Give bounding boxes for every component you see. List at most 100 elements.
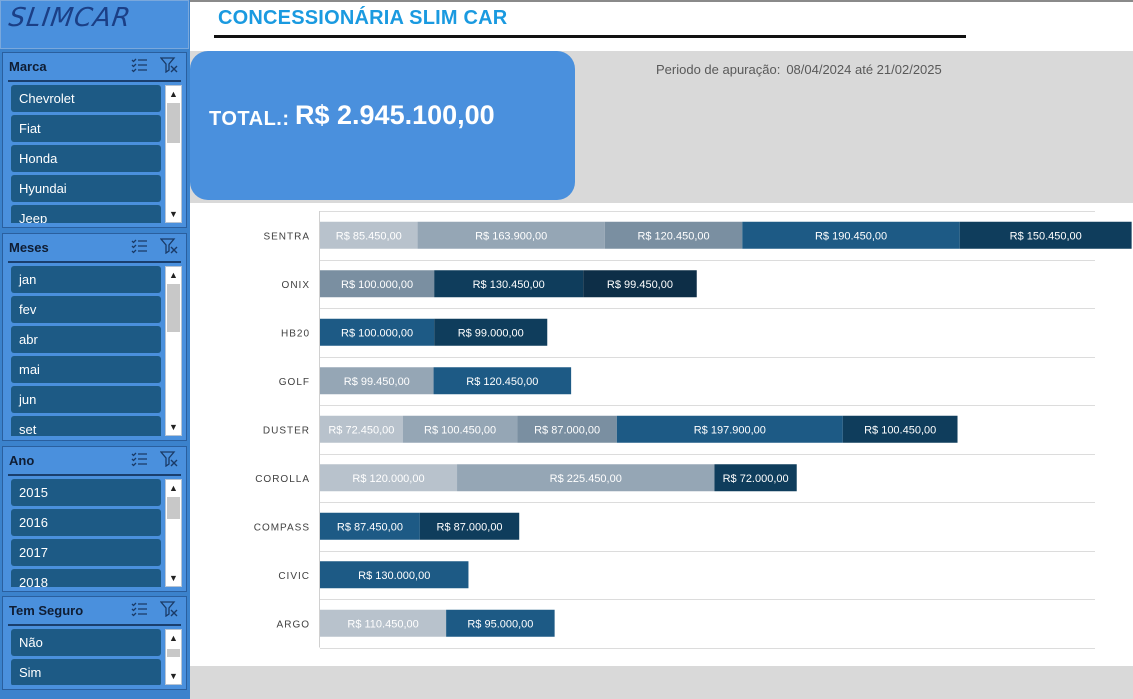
slicer-item-abr[interactable]: abr — [11, 326, 161, 353]
slicer-item-set[interactable]: set — [11, 416, 161, 436]
slicer-list: Chevrolet Fiat Honda Hyundai Jeep — [11, 85, 161, 223]
data-label: R$ 100.000,00 — [341, 279, 413, 291]
scroll-thumb[interactable] — [167, 497, 180, 519]
clear-filter-icon[interactable] — [160, 451, 178, 467]
slicer-divider — [8, 624, 181, 626]
multi-select-icon[interactable] — [130, 57, 148, 73]
slicer-item-jeep[interactable]: Jeep — [11, 205, 161, 223]
multi-select-icon[interactable] — [130, 238, 148, 254]
slicer-meses: Meses jan fev abr mai jun set ▲ ▼ — [2, 233, 187, 441]
category-label: GOLF — [279, 377, 310, 388]
slicer-list: jan fev abr mai jun set — [11, 266, 161, 436]
data-label: R$ 190.450,00 — [815, 230, 887, 242]
category-label: COMPASS — [254, 522, 310, 533]
scroll-thumb[interactable] — [167, 649, 180, 657]
data-label: R$ 150.450,00 — [1010, 230, 1082, 242]
scrollbar[interactable]: ▲ ▼ — [165, 266, 182, 436]
slicer-title: Marca — [9, 59, 47, 74]
slicer-item-2017[interactable]: 2017 — [11, 539, 161, 566]
slicer-divider — [8, 80, 181, 82]
sales-chart: SENTRA R$ 85.450,00 R$ 163.900,00 R$ 120.45… — [254, 211, 1132, 649]
period-value: 08/04/2024 até 21/02/2025 — [786, 62, 942, 77]
scroll-up-icon[interactable]: ▲ — [166, 631, 181, 645]
page-title: CONCESSIONÁRIA SLIM CAR — [218, 7, 508, 29]
scroll-down-icon[interactable]: ▼ — [166, 669, 181, 683]
slicer-item-nao[interactable]: Não — [11, 629, 161, 656]
data-label: R$ 72.000,00 — [723, 473, 789, 485]
slicer-item-chevrolet[interactable]: Chevrolet — [11, 85, 161, 112]
slicer-item-sim[interactable]: Sim — [11, 659, 161, 685]
data-label: R$ 99.450,00 — [607, 279, 673, 291]
slicer-item-hyundai[interactable]: Hyundai — [11, 175, 161, 202]
scroll-down-icon[interactable]: ▼ — [166, 571, 181, 585]
scroll-up-icon[interactable]: ▲ — [166, 87, 181, 101]
sidebar: SLIMCAR Marca Chevrolet Fiat Honda Hyund… — [0, 0, 190, 699]
slicer-item-jan[interactable]: jan — [11, 266, 161, 293]
chart-panel: SENTRA R$ 85.450,00 R$ 163.900,00 R$ 120.45… — [190, 203, 1133, 666]
slicer-item-mai[interactable]: mai — [11, 356, 161, 383]
slicer-item-jun[interactable]: jun — [11, 386, 161, 413]
total-value: R$ 2.945.100,00 — [295, 100, 495, 130]
clear-filter-icon[interactable] — [160, 601, 178, 617]
slicer-item-2015[interactable]: 2015 — [11, 479, 161, 506]
slicer-divider — [8, 261, 181, 263]
category-label: SENTRA — [263, 231, 310, 242]
slicer-list: 2015 2016 2017 2018 — [11, 479, 161, 587]
scroll-down-icon[interactable]: ▼ — [166, 207, 181, 221]
multi-select-icon[interactable] — [130, 601, 148, 617]
data-label: R$ 100.000,00 — [341, 327, 413, 339]
scrollbar[interactable]: ▲ ▼ — [165, 629, 182, 685]
scroll-thumb[interactable] — [167, 103, 180, 143]
scroll-up-icon[interactable]: ▲ — [166, 481, 181, 495]
period-label: Periodo de apuração: — [656, 62, 781, 77]
data-label: R$ 197.900,00 — [694, 424, 766, 436]
slicer-title: Ano — [9, 453, 35, 468]
slicer-tem-seguro: Tem Seguro Não Sim ▲ ▼ — [2, 596, 187, 690]
slicer-item-fev[interactable]: fev — [11, 296, 161, 323]
slicer-marca: Marca Chevrolet Fiat Honda Hyundai Jeep … — [2, 52, 187, 228]
data-label: R$ 85.450,00 — [336, 230, 402, 242]
slicer-item-2018[interactable]: 2018 — [11, 569, 161, 587]
scroll-thumb[interactable] — [167, 284, 180, 332]
logo: SLIMCAR — [6, 3, 134, 33]
data-label: R$ 100.450,00 — [424, 424, 496, 436]
data-label: R$ 130.450,00 — [473, 279, 545, 291]
clear-filter-icon[interactable] — [160, 238, 178, 254]
total-label: TOTAL.: — [209, 108, 290, 130]
slicer-item-honda[interactable]: Honda — [11, 145, 161, 172]
scroll-down-icon[interactable]: ▼ — [166, 420, 181, 434]
category-label: ONIX — [282, 280, 310, 291]
clear-filter-icon[interactable] — [160, 57, 178, 73]
slicer-item-2016[interactable]: 2016 — [11, 509, 161, 536]
slicer-header: Ano — [3, 447, 186, 473]
category-label: DUSTER — [263, 425, 310, 436]
multi-select-icon[interactable] — [130, 451, 148, 467]
slicer-divider — [8, 474, 181, 476]
data-label: R$ 99.450,00 — [344, 376, 410, 388]
data-label: R$ 130.000,00 — [358, 570, 430, 582]
scrollbar[interactable]: ▲ ▼ — [165, 479, 182, 587]
data-label: R$ 100.450,00 — [864, 424, 936, 436]
category-label: ARGO — [277, 619, 310, 630]
category-label: HB20 — [281, 328, 310, 339]
data-label: R$ 120.000,00 — [352, 473, 424, 485]
slicer-list: Não Sim — [11, 629, 161, 685]
slicer-ano: Ano 2015 2016 2017 2018 ▲ ▼ — [2, 446, 187, 592]
data-label: R$ 87.000,00 — [534, 424, 600, 436]
data-label: R$ 99.000,00 — [458, 327, 524, 339]
scroll-up-icon[interactable]: ▲ — [166, 268, 181, 282]
total-card: TOTAL.: R$ 2.945.100,00 — [190, 51, 575, 200]
slicer-item-fiat[interactable]: Fiat — [11, 115, 161, 142]
data-label: R$ 72.450,00 — [328, 424, 394, 436]
slicer-title: Tem Seguro — [9, 603, 84, 618]
period-info: Periodo de apuração: 08/04/2024 até 21/02… — [656, 62, 942, 77]
bottom-strip — [190, 666, 1133, 699]
data-label: R$ 87.450,00 — [337, 521, 403, 533]
dashboard-root: SLIMCAR Marca Chevrolet Fiat Honda Hyund… — [0, 0, 1133, 699]
slicer-header: Meses — [3, 234, 186, 260]
data-label: R$ 163.900,00 — [475, 230, 547, 242]
scrollbar[interactable]: ▲ ▼ — [165, 85, 182, 223]
slicer-title: Meses — [9, 240, 49, 255]
slicer-header: Tem Seguro — [3, 597, 186, 623]
category-label: CIVIC — [278, 571, 310, 582]
